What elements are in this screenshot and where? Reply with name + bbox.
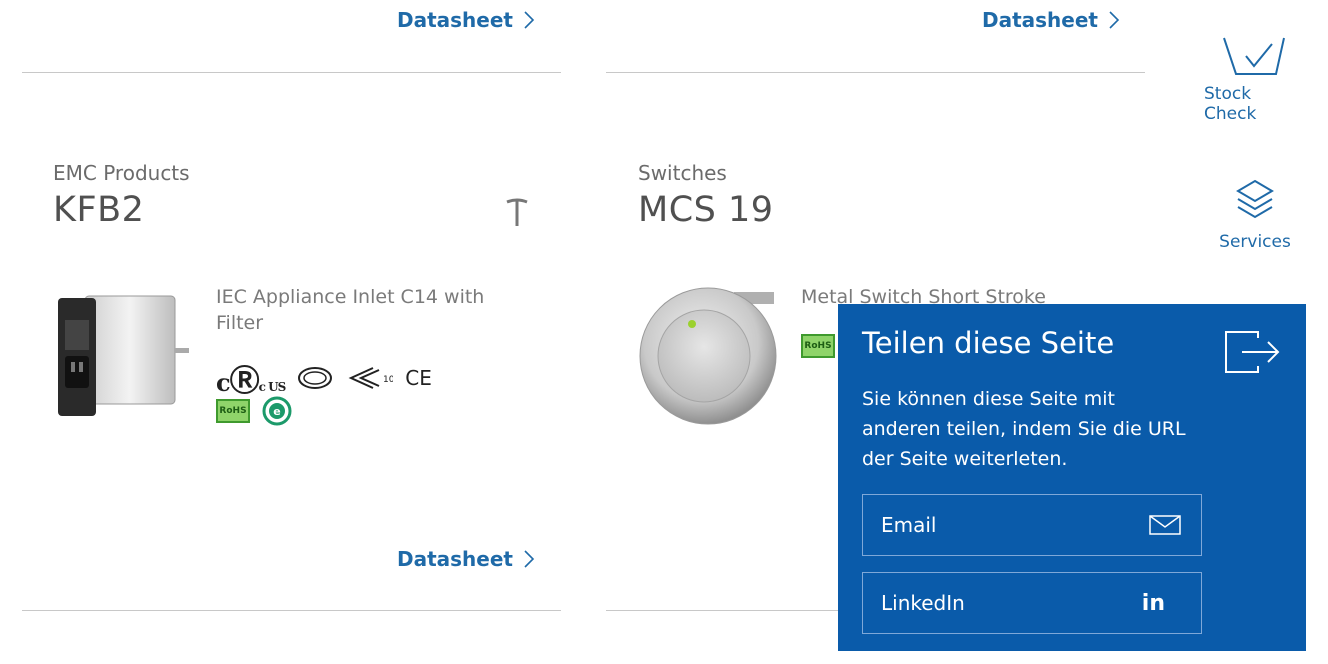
divider (22, 610, 561, 611)
envelope-icon (1149, 515, 1181, 535)
email-label: Email (881, 513, 937, 537)
cert-row-eco: RoHS e (216, 396, 292, 426)
linkedin-icon: in (1141, 590, 1165, 616)
stock-check-label: Stock Check (1204, 84, 1257, 124)
product-description: IEC Appliance Inlet C14 with Filter (216, 286, 485, 334)
layers-icon (1236, 179, 1274, 219)
ce-mark-icon: CE (405, 366, 432, 390)
services-label: Services (1219, 232, 1291, 252)
filter-symbol-icon (506, 198, 528, 226)
product-category: EMC Products (53, 161, 190, 185)
share-description: Sie können diese Seite mit anderen teile… (862, 388, 1186, 470)
divider (606, 610, 838, 611)
datasheet-link-kfb2[interactable]: Datasheet (397, 547, 535, 571)
chevron-right-icon (524, 11, 535, 29)
stock-check-button[interactable]: Stock Check (1204, 34, 1306, 124)
product-category: Switches (638, 161, 727, 185)
chevron-right-icon (524, 550, 535, 568)
product-image-mcs19 (639, 287, 777, 425)
product-title: KFB2 (53, 190, 145, 230)
product-image-kfb2 (58, 295, 189, 416)
datasheet-link-top-left[interactable]: Datasheet (397, 8, 535, 32)
linkedin-label: LinkedIn (881, 591, 965, 615)
share-panel: Teilen diese Seite Sie können diese Seit… (838, 304, 1306, 651)
datasheet-label: Datasheet (397, 547, 513, 571)
datasheet-link-top-right[interactable]: Datasheet (982, 8, 1120, 32)
svg-text:10: 10 (383, 375, 393, 385)
ul-mark-icon: cⓇc US (216, 364, 286, 399)
share-linkedin-button[interactable]: LinkedIn in (862, 572, 1202, 634)
share-title: Teilen diese Seite (862, 326, 1115, 360)
datasheet-label: Datasheet (982, 8, 1098, 32)
svg-text:e: e (273, 405, 280, 418)
eco-mark-icon: e (262, 396, 292, 426)
product-title: MCS 19 (638, 190, 774, 230)
cert-row: cⓇc US 10 CE (216, 356, 432, 400)
rohs-badge-icon: RoHS (216, 399, 250, 423)
datasheet-label: Datasheet (397, 8, 513, 32)
chevron-right-icon (1109, 11, 1120, 29)
page: Datasheet Datasheet Stock Check Services… (0, 0, 1328, 664)
divider (22, 72, 561, 73)
keymark-icon: 10 (348, 367, 393, 389)
exit-share-icon[interactable] (1224, 330, 1282, 374)
share-email-button[interactable]: Email (862, 494, 1202, 556)
services-button[interactable]: Services (1204, 178, 1306, 252)
divider (606, 72, 1145, 73)
rohs-badge-icon: RoHS (801, 334, 835, 358)
basket-check-icon (1223, 37, 1285, 75)
ccc-mark-icon (298, 367, 333, 389)
